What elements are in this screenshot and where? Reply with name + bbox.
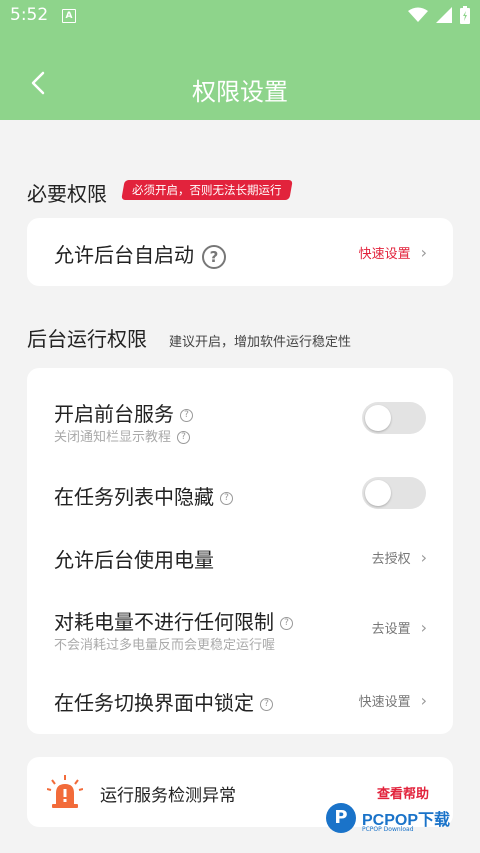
no-battery-limit-label: 对耗电量不进行任何限制? [54, 606, 293, 635]
help-icon[interactable]: ? [202, 244, 226, 269]
notification-a-icon: A [62, 9, 76, 23]
row-no-battery-limit[interactable]: 对耗电量不进行任何限制? 不会消耗过多电量反而会更稳定运行喔 去设置 › [27, 600, 453, 660]
background-card: 开启前台服务? 关闭通知栏显示教程? 在任务列表中隐藏? 允许后台使用电量 去授… [27, 368, 453, 734]
help-icon[interactable]: ? [177, 431, 191, 444]
chevron-right-icon: › [420, 243, 427, 262]
battery-usage-action[interactable]: 去授权 › [372, 548, 427, 567]
status-bar: 5:52 A [0, 0, 480, 32]
hide-in-tasks-text: 在任务列表中隐藏 [54, 485, 214, 509]
help-icon[interactable]: ? [260, 698, 273, 711]
watermark-subtext: PCPOP Download [362, 826, 414, 833]
required-warning-badge: 必须开启，否则无法长期运行 [121, 180, 293, 200]
auto-start-action-label: 快速设置 [358, 247, 411, 262]
row-foreground-service: 开启前台服务? 关闭通知栏显示教程? [27, 368, 453, 448]
battery-icon [460, 6, 470, 24]
watermark: P PCPOP下载 PCPOP Download [326, 803, 450, 833]
signal-icon [436, 7, 452, 23]
battery-usage-label: 允许后台使用电量 [54, 548, 214, 572]
lock-in-switcher-action-label: 快速设置 [358, 695, 411, 710]
required-section-title: 必要权限 [27, 182, 107, 206]
lock-in-switcher-label: 在任务切换界面中锁定? [54, 687, 273, 716]
toggle-knob [365, 480, 391, 506]
auto-start-label: 允许后台自启动? [54, 239, 226, 269]
wifi-icon [408, 7, 428, 22]
foreground-service-sub-text: 关闭通知栏显示教程 [54, 430, 172, 445]
help-icon[interactable]: ? [280, 617, 293, 630]
row-hide-in-tasks: 在任务列表中隐藏? [27, 473, 453, 513]
no-battery-limit-sub: 不会消耗过多电量反而会更稳定运行喔 [54, 638, 276, 653]
foreground-service-label: 开启前台服务? [54, 398, 193, 427]
no-battery-limit-action[interactable]: 去设置 › [372, 618, 427, 637]
foreground-service-toggle[interactable] [362, 402, 426, 434]
chevron-right-icon: › [420, 548, 427, 567]
alert-help-link[interactable]: 查看帮助 [377, 783, 429, 802]
help-icon[interactable]: ? [180, 409, 193, 422]
hide-in-tasks-label: 在任务列表中隐藏? [54, 481, 233, 510]
app-bar: 权限设置 [0, 32, 480, 120]
auto-start-text: 允许后台自启动 [54, 243, 194, 267]
required-card: 允许后台自启动? 快速设置 › [27, 218, 453, 286]
alert-label: 运行服务检测异常 [100, 786, 236, 806]
row-lock-in-switcher[interactable]: 在任务切换界面中锁定? 快速设置 › [27, 679, 453, 719]
status-time: 5:52 [10, 5, 49, 25]
row-battery-usage[interactable]: 允许后台使用电量 去授权 › [27, 536, 453, 576]
foreground-service-text: 开启前台服务 [54, 402, 174, 426]
row-auto-start[interactable]: 允许后台自启动? 快速设置 › [27, 218, 453, 286]
background-section-title: 后台运行权限 [27, 327, 147, 351]
lock-in-switcher-text: 在任务切换界面中锁定 [54, 691, 254, 715]
auto-start-action[interactable]: 快速设置 › [359, 243, 427, 262]
no-battery-limit-text: 对耗电量不进行任何限制 [54, 610, 274, 634]
content: 必要权限 必须开启，否则无法长期运行 允许后台自启动? 快速设置 › 后台运行权… [0, 120, 480, 853]
toggle-knob [365, 405, 391, 431]
watermark-logo: P [326, 803, 356, 833]
required-warning-text: 必须开启，否则无法长期运行 [132, 183, 282, 197]
hide-in-tasks-toggle[interactable] [362, 477, 426, 509]
chevron-right-icon: › [420, 691, 427, 710]
battery-usage-action-label: 去授权 [371, 552, 411, 567]
help-icon[interactable]: ? [220, 492, 233, 505]
lock-in-switcher-action[interactable]: 快速设置 › [359, 691, 427, 710]
alarm-light-icon [47, 775, 83, 808]
page-title: 权限设置 [192, 78, 288, 106]
status-icons [408, 6, 470, 24]
background-section-hint: 建议开启，增加软件运行稳定性 [169, 335, 352, 350]
foreground-service-sub[interactable]: 关闭通知栏显示教程? [54, 426, 191, 445]
no-battery-limit-action-label: 去设置 [371, 622, 411, 637]
chevron-right-icon: › [420, 618, 427, 637]
